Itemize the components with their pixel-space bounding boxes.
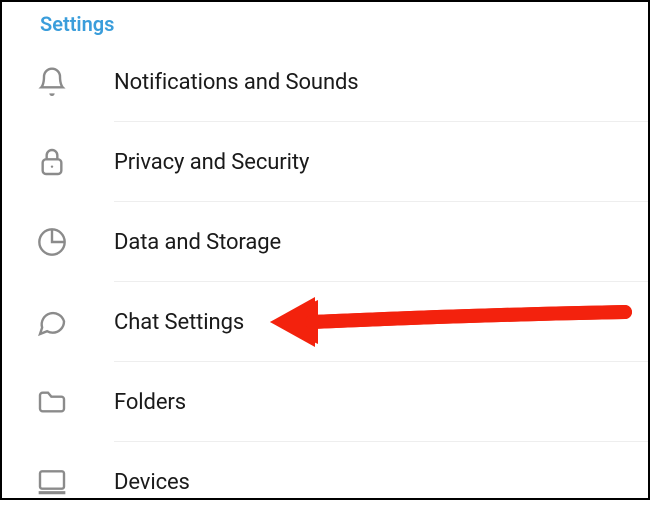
settings-list: Notifications and Sounds Privacy and Sec… <box>2 42 648 522</box>
settings-item-privacy[interactable]: Privacy and Security <box>2 122 648 202</box>
settings-header: Settings <box>2 2 648 42</box>
settings-item-label: Notifications and Sounds <box>114 70 359 95</box>
settings-item-devices[interactable]: Devices <box>2 442 648 522</box>
settings-item-data-storage[interactable]: Data and Storage <box>2 202 648 282</box>
folder-icon <box>2 386 114 418</box>
settings-title: Settings <box>40 12 114 36</box>
lock-icon <box>2 146 114 178</box>
settings-item-label: Data and Storage <box>114 230 281 255</box>
devices-icon <box>2 466 114 498</box>
chat-icon <box>2 306 114 338</box>
bell-icon <box>2 66 114 98</box>
settings-item-label: Folders <box>114 390 186 415</box>
settings-item-label: Devices <box>114 470 190 495</box>
settings-item-chat-settings[interactable]: Chat Settings <box>2 282 648 362</box>
annotation-arrow <box>270 287 640 357</box>
settings-item-folders[interactable]: Folders <box>2 362 648 442</box>
settings-item-label: Chat Settings <box>114 310 244 335</box>
pie-icon <box>2 226 114 258</box>
settings-item-notifications[interactable]: Notifications and Sounds <box>2 42 648 122</box>
settings-item-label: Privacy and Security <box>114 150 309 175</box>
